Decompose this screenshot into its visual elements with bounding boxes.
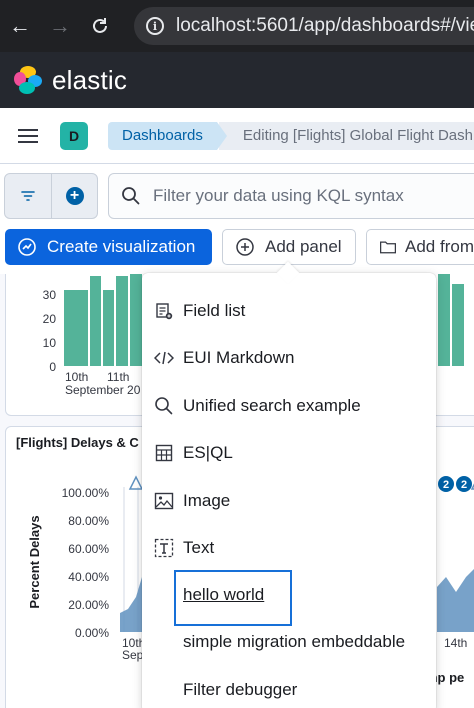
menu-item-esql[interactable]: ES|QL	[142, 431, 436, 475]
plus-in-circle-icon	[236, 238, 254, 256]
y-tick: 20.00%	[68, 598, 109, 612]
menu-item-label: Image	[183, 491, 231, 510]
app-header: elastic	[0, 52, 474, 108]
table-icon	[154, 443, 174, 463]
bar	[438, 274, 450, 366]
add-from-library-button[interactable]: Add from	[366, 229, 474, 265]
add-panel-button[interactable]: Add panel	[222, 229, 356, 265]
text-icon	[154, 538, 174, 558]
space-avatar[interactable]: D	[60, 121, 88, 150]
create-visualization-label: Create visualization	[47, 237, 196, 256]
menu-item-text[interactable]: Text	[142, 526, 436, 570]
menu-item-label: ES|QL	[183, 443, 233, 462]
dashboard-toolbar: Create visualization Add panel Add from	[0, 228, 474, 274]
back-icon[interactable]: ←	[0, 0, 40, 52]
annotation-badge-count: 2	[443, 479, 449, 491]
visualize-icon	[18, 238, 36, 256]
bar	[103, 290, 114, 366]
menu-item-label: EUI Markdown	[183, 348, 295, 367]
filter-icon	[21, 191, 35, 201]
menu-item-simple-migration[interactable]: simple migration embeddable	[142, 620, 436, 664]
bar	[90, 276, 101, 366]
bar	[64, 290, 88, 366]
menu-item-unified-search[interactable]: Unified search example	[142, 384, 436, 428]
filter-menu-button[interactable]	[5, 174, 51, 218]
create-visualization-button[interactable]: Create visualization	[5, 229, 212, 265]
image-icon	[154, 491, 174, 511]
breadcrumb-current: Editing [Flights] Global Flight Dashbo	[218, 121, 474, 150]
y-tick: 30	[43, 288, 57, 302]
breadcrumb-dashboards[interactable]: Dashboards	[108, 121, 227, 150]
url-text: localhost:5601/app/dashboards#/view/7	[176, 15, 474, 36]
forward-icon[interactable]: →	[40, 0, 80, 52]
y-tick: 40.00%	[68, 570, 109, 584]
menu-item-label: Field list	[183, 301, 246, 320]
filter-controls: +	[4, 173, 98, 219]
add-panel-label: Add panel	[265, 237, 342, 256]
menu-item-label: Text	[183, 538, 215, 557]
brand-name: elastic	[52, 64, 128, 95]
menu-item-image[interactable]: Image	[142, 479, 436, 523]
x-sub-label: Sep	[122, 648, 144, 662]
focus-highlight	[174, 570, 292, 626]
search-input[interactable]: Filter your data using KQL syntax	[108, 173, 474, 219]
area-series	[120, 577, 142, 632]
code-icon	[154, 348, 174, 368]
y-tick: 60.00%	[68, 542, 109, 556]
y-tick: 0.00%	[75, 626, 109, 640]
plus-icon: +	[65, 187, 84, 205]
x-sub-label: September 20	[65, 383, 141, 397]
bar	[130, 274, 142, 366]
menu-item-label: simple migration embeddable	[183, 632, 406, 651]
add-panel-menu: Field list EUI Markdown Unified search e…	[142, 273, 436, 708]
x-tick: 10th	[65, 370, 88, 384]
site-info-icon[interactable]: i	[146, 17, 164, 35]
breadcrumb-bar: D Dashboards Editing [Flights] Global Fl…	[0, 108, 474, 164]
menu-item-field-list[interactable]: Field list	[142, 289, 436, 333]
browser-toolbar: ← → i localhost:5601/app/dashboards#/vie…	[0, 0, 474, 52]
menu-toggle-icon[interactable]	[18, 125, 38, 147]
field-list-icon	[154, 301, 174, 321]
menu-item-label: Unified search example	[183, 396, 361, 415]
x-tick: 11th	[107, 370, 129, 384]
folder-icon	[380, 241, 396, 254]
y-axis-label: Percent Delays	[27, 515, 42, 608]
y-tick: 0	[49, 360, 56, 374]
elastic-logo-icon[interactable]	[14, 66, 42, 94]
menu-item-label: Filter debugger	[183, 680, 298, 699]
y-tick: 10	[43, 336, 57, 350]
query-bar: + Filter your data using KQL syntax	[0, 164, 474, 228]
area-series	[437, 569, 474, 632]
add-filter-button[interactable]: +	[51, 174, 97, 218]
menu-item-filter-debugger[interactable]: Filter debugger	[142, 668, 436, 708]
annotation-marker-icon	[128, 475, 144, 490]
add-from-label: Add from	[405, 237, 474, 256]
bar	[452, 284, 464, 366]
x-tick: 14th	[444, 636, 467, 650]
search-icon	[122, 187, 140, 205]
bar	[116, 276, 128, 366]
y-tick: 80.00%	[68, 514, 109, 528]
reload-icon[interactable]	[80, 0, 120, 52]
menu-item-eui-markdown[interactable]: EUI Markdown	[142, 336, 436, 380]
y-tick: 100.00%	[62, 486, 110, 500]
annotation-badge-count: 2	[461, 479, 467, 491]
address-bar[interactable]: i localhost:5601/app/dashboards#/view/7	[134, 7, 474, 45]
search-placeholder: Filter your data using KQL syntax	[153, 186, 404, 205]
search-icon	[154, 396, 174, 416]
y-tick: 20	[43, 312, 57, 326]
